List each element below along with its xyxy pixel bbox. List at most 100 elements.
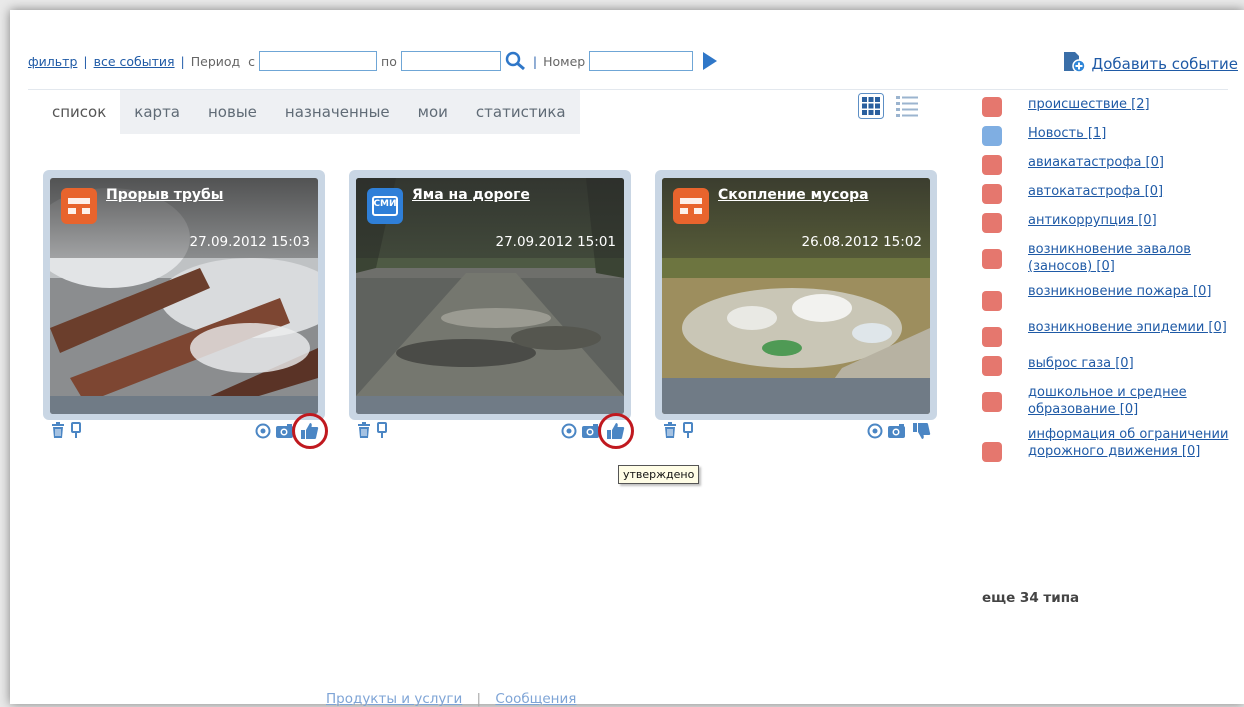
event-photo[interactable]: Скопление мусора 26.08.2012 15:02: [662, 178, 930, 414]
category-item[interactable]: возникновение завалов (заносов) [0]: [982, 241, 1244, 275]
filter-bar: фильтр | все события | Период с по | Ном…: [28, 50, 718, 72]
tab-new[interactable]: новые: [194, 90, 271, 134]
card-tools-left: [663, 422, 693, 442]
card-tools-right: [255, 413, 328, 449]
fire-icon: [982, 291, 1002, 311]
card-tools-left: [51, 422, 81, 442]
filter-link[interactable]: фильтр: [28, 54, 77, 69]
period-label: Период: [190, 53, 241, 69]
pin-icon[interactable]: [683, 422, 693, 442]
category-link[interactable]: авиакатастрофа [0]: [1028, 154, 1164, 171]
target-icon[interactable]: [255, 423, 271, 443]
highlight-ring: [598, 413, 634, 449]
event-title[interactable]: Яма на дороге: [412, 187, 530, 203]
trash-icon[interactable]: [357, 422, 371, 442]
separator: |: [532, 53, 538, 69]
tab-assigned[interactable]: назначенные: [271, 90, 404, 134]
number-input[interactable]: [589, 51, 694, 71]
event-title[interactable]: Скопление мусора: [718, 187, 869, 203]
category-item[interactable]: информация об ограничении дорожного движ…: [982, 426, 1244, 462]
category-item[interactable]: дошкольное и среднее образование [0]: [982, 384, 1244, 418]
footer: Продукты и услуги | Сообщения: [326, 691, 576, 707]
category-link[interactable]: Новость [1]: [1028, 125, 1106, 142]
event-date: 26.08.2012 15:02: [801, 234, 923, 250]
pin-icon[interactable]: [377, 422, 387, 442]
event-photo[interactable]: Прорыв трубы 27.09.2012 15:03: [50, 178, 318, 414]
period-from-input[interactable]: [259, 51, 378, 71]
incident-icon: [673, 188, 709, 224]
tab-mine[interactable]: мои: [404, 90, 462, 134]
period-to-input[interactable]: [400, 51, 501, 71]
period-from-label: с: [248, 53, 256, 69]
event-card: Прорыв трубы 27.09.2012 15:03: [43, 170, 328, 449]
grid-view-icon[interactable]: [858, 93, 884, 123]
thumbs-up-icon[interactable]: [292, 413, 328, 449]
event-date: 27.09.2012 15:01: [495, 234, 617, 250]
incident-icon: [61, 188, 97, 224]
approved-tooltip: утверждено: [618, 465, 700, 484]
add-event-link[interactable]: Добавить событие: [1091, 55, 1238, 73]
event-card: СМИ Яма на дороге 27.09.2012 15:01: [349, 170, 634, 449]
period-to-label: по: [381, 53, 397, 69]
category-item[interactable]: возникновение эпидемии [0]: [982, 319, 1244, 347]
separator: |: [476, 691, 482, 707]
blockage-icon: [982, 249, 1002, 269]
category-link[interactable]: автокатастрофа [0]: [1028, 183, 1163, 200]
category-list: происшествие [2] Новость [1] авиакатастр…: [982, 96, 1244, 470]
anticorruption-icon: [982, 213, 1002, 233]
event-date: 27.09.2012 15:03: [189, 234, 311, 250]
category-link[interactable]: выброс газа [0]: [1028, 355, 1134, 372]
category-link[interactable]: возникновение завалов (заносов) [0]: [1028, 241, 1244, 275]
category-link[interactable]: возникновение эпидемии [0]: [1028, 319, 1227, 336]
more-types-link[interactable]: еще 34 типа: [982, 590, 1079, 606]
add-document-icon: [1061, 50, 1087, 78]
category-link[interactable]: антикоррупция [0]: [1028, 212, 1157, 229]
category-link[interactable]: информация об ограничении дорожного движ…: [1028, 426, 1244, 460]
separator: |: [180, 53, 185, 69]
category-item[interactable]: авиакатастрофа [0]: [982, 154, 1244, 175]
view-mode-switch: [858, 93, 920, 123]
category-item[interactable]: выброс газа [0]: [982, 355, 1244, 376]
incident-icon: [982, 97, 1002, 117]
category-link[interactable]: происшествие [2]: [1028, 96, 1150, 113]
plane-crash-icon: [982, 155, 1002, 175]
tab-map[interactable]: карта: [120, 90, 194, 134]
trash-icon[interactable]: [51, 422, 65, 442]
category-item[interactable]: происшествие [2]: [982, 96, 1244, 117]
target-icon[interactable]: [867, 423, 883, 443]
thumbs-up-icon[interactable]: [598, 413, 634, 449]
footer-products-link[interactable]: Продукты и услуги: [326, 691, 462, 707]
category-item[interactable]: антикоррупция [0]: [982, 212, 1244, 233]
traffic-restriction-icon: [982, 442, 1002, 462]
trash-icon[interactable]: [663, 422, 677, 442]
all-events-link[interactable]: все события: [94, 54, 175, 69]
number-label: Номер: [543, 53, 586, 69]
smi-badge-label: СМИ: [373, 199, 397, 209]
tab-statistics[interactable]: статистика: [462, 90, 580, 134]
footer-messages-link[interactable]: Сообщения: [495, 691, 576, 707]
gas-icon: [982, 356, 1002, 376]
category-item[interactable]: Новость [1]: [982, 125, 1244, 146]
car-crash-icon: [982, 184, 1002, 204]
category-item[interactable]: автокатастрофа [0]: [982, 183, 1244, 204]
search-icon[interactable]: [505, 51, 527, 71]
category-link[interactable]: возникновение пожара [0]: [1028, 283, 1211, 300]
page-frame: фильтр | все события | Период с по | Ном…: [10, 10, 1244, 707]
card-tools-right: [867, 422, 931, 444]
category-link[interactable]: дошкольное и среднее образование [0]: [1028, 384, 1244, 418]
target-icon[interactable]: [561, 423, 577, 443]
play-icon[interactable]: [703, 52, 718, 70]
thumbs-down-icon[interactable]: [911, 422, 931, 444]
view-tabs: список карта новые назначенные мои стати…: [38, 90, 580, 134]
card-tools-right: [561, 413, 634, 449]
event-title[interactable]: Прорыв трубы: [106, 187, 223, 203]
camera-icon[interactable]: [887, 423, 907, 443]
add-event[interactable]: Добавить событие: [1061, 50, 1238, 78]
pin-icon[interactable]: [71, 422, 81, 442]
education-icon: [982, 392, 1002, 412]
separator: |: [83, 53, 88, 69]
event-photo[interactable]: СМИ Яма на дороге 27.09.2012 15:01: [356, 178, 624, 414]
tab-list[interactable]: список: [38, 90, 121, 134]
list-view-icon[interactable]: [894, 93, 920, 123]
category-item[interactable]: возникновение пожара [0]: [982, 283, 1244, 311]
